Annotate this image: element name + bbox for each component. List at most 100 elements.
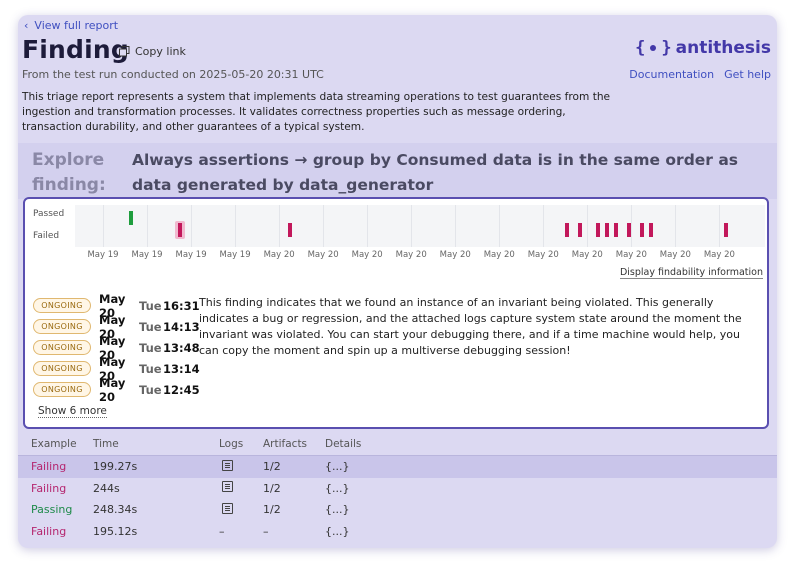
event-dow: Tue [139,382,162,397]
grid-line [719,205,721,247]
example-time: 195.12s [93,524,138,538]
passed-marker[interactable] [129,211,134,225]
documentation-link[interactable]: Documentation [629,68,714,81]
failed-marker[interactable] [578,223,583,237]
event-time: 14:13 [163,319,200,334]
test-run-subtitle: From the test run conducted on 2025-05-2… [22,68,324,81]
x-tick-label: May 20 [571,250,603,260]
failed-marker[interactable] [604,223,609,237]
grid-line [323,205,325,247]
display-findability-link[interactable]: Display findability information [619,267,763,279]
grid-line [191,205,193,247]
x-tick-label: May 19 [175,250,207,260]
event-item[interactable]: ONGOING May 20 Tue 12:45 [33,376,200,404]
col-logs: Logs [219,438,244,450]
example-details[interactable]: {...} [325,503,405,516]
x-tick-label: May 20 [351,250,383,260]
page-title: Finding [22,35,130,64]
show-more-button[interactable]: Show 6 more [38,405,107,418]
logo-dot-icon [650,45,657,51]
explore-finding-title: Always assertions → group by Consumed da… [132,151,739,194]
example-time: 248.34s [93,503,138,517]
table-row[interactable]: Failing 195.12s – – {...} [18,521,777,543]
failed-marker[interactable] [613,223,618,237]
logs-icon[interactable] [222,481,233,493]
col-details: Details [325,438,362,450]
example-artifacts[interactable]: 1/2 [263,503,325,516]
x-tick-label: May 20 [483,250,515,260]
event-dow: Tue [139,319,162,334]
example-status: Passing [31,503,73,517]
logs-icon[interactable] [222,502,233,514]
status-badge: ONGOING [33,298,91,313]
antithesis-logo: {} antithesis [635,38,771,58]
x-tick-label: May 20 [703,250,735,260]
failed-marker[interactable] [723,223,728,237]
grid-line [411,205,413,247]
example-details[interactable]: {...} [325,460,405,473]
grid-line [587,205,589,247]
x-tick-label: May 19 [131,250,163,260]
status-badge: ONGOING [33,382,91,397]
finding-card: ‹ View full report Finding Copy link {} … [18,15,777,548]
grid-line [543,205,545,247]
header-links: Documentation Get help [629,68,771,81]
table-row[interactable]: Passing 248.34s 1/2 {...} [18,499,777,521]
report-description: This triage report represents a system t… [22,91,611,133]
grid-line [367,205,369,247]
logs-icon[interactable] [222,459,233,471]
failed-marker[interactable] [287,223,292,237]
failed-marker[interactable] [565,223,570,237]
grid-line [631,205,633,247]
grid-line [103,205,104,247]
col-example: Example [31,438,77,450]
logo-brace-icon: { [635,38,646,58]
view-full-report-link[interactable]: ‹ View full report [24,19,118,32]
example-details[interactable]: {...} [325,525,405,538]
event-date: May 20 [99,375,126,404]
failed-marker[interactable] [648,223,653,237]
example-artifacts: – [263,524,269,538]
failed-marker[interactable] [177,223,182,237]
x-tick-label: May 20 [395,250,427,260]
x-tick-label: May 20 [439,250,471,260]
x-tick-label: May 20 [615,250,647,260]
view-full-report-label: View full report [34,19,119,32]
status-badge: ONGOING [33,361,91,376]
event-time: 13:48 [163,340,200,355]
grid-line [279,205,281,247]
y-label-failed: Failed [33,231,60,241]
event-dow: Tue [139,361,162,376]
finding-explanation: This finding indicates that we found an … [199,296,742,357]
findability-timeline-chart[interactable] [75,205,765,247]
example-status: Failing [31,524,67,538]
event-dow: Tue [139,340,162,355]
get-help-link[interactable]: Get help [724,68,771,81]
failed-marker[interactable] [626,223,631,237]
table-row[interactable]: Failing 244s 1/2 {...} [18,478,777,500]
status-badge: ONGOING [33,340,91,355]
example-artifacts[interactable]: 1/2 [263,460,325,473]
event-time: 16:31 [163,298,200,313]
table-row[interactable]: Failing 199.27s 1/2 {...} [18,456,777,478]
x-tick-label: May 19 [87,250,119,260]
finding-panel: Passed Failed May 19 May 19 May 19 May 19 Ma… [23,197,769,429]
col-time: Time [93,438,119,450]
failed-marker[interactable] [596,223,601,237]
example-logs: – [219,524,225,538]
failed-marker[interactable] [640,223,645,237]
x-tick-label: May 20 [659,250,691,260]
event-list: ONGOING May 20 Tue 16:31 ONGOING May 20 … [33,292,200,404]
status-badge: ONGOING [33,319,91,334]
example-status: Failing [31,481,67,495]
x-tick-label: May 20 [263,250,295,260]
y-label-passed: Passed [33,209,65,219]
example-artifacts[interactable]: 1/2 [263,482,325,495]
table-header: Example Time Logs Artifacts Details [18,433,777,456]
logo-text: antithesis [675,38,771,58]
grid-line [455,205,457,247]
x-tick-label: May 20 [307,250,339,260]
examples-table: Example Time Logs Artifacts Details Fail… [18,433,777,542]
copy-link-button[interactable]: Copy link [119,45,186,58]
example-details[interactable]: {...} [325,482,405,495]
